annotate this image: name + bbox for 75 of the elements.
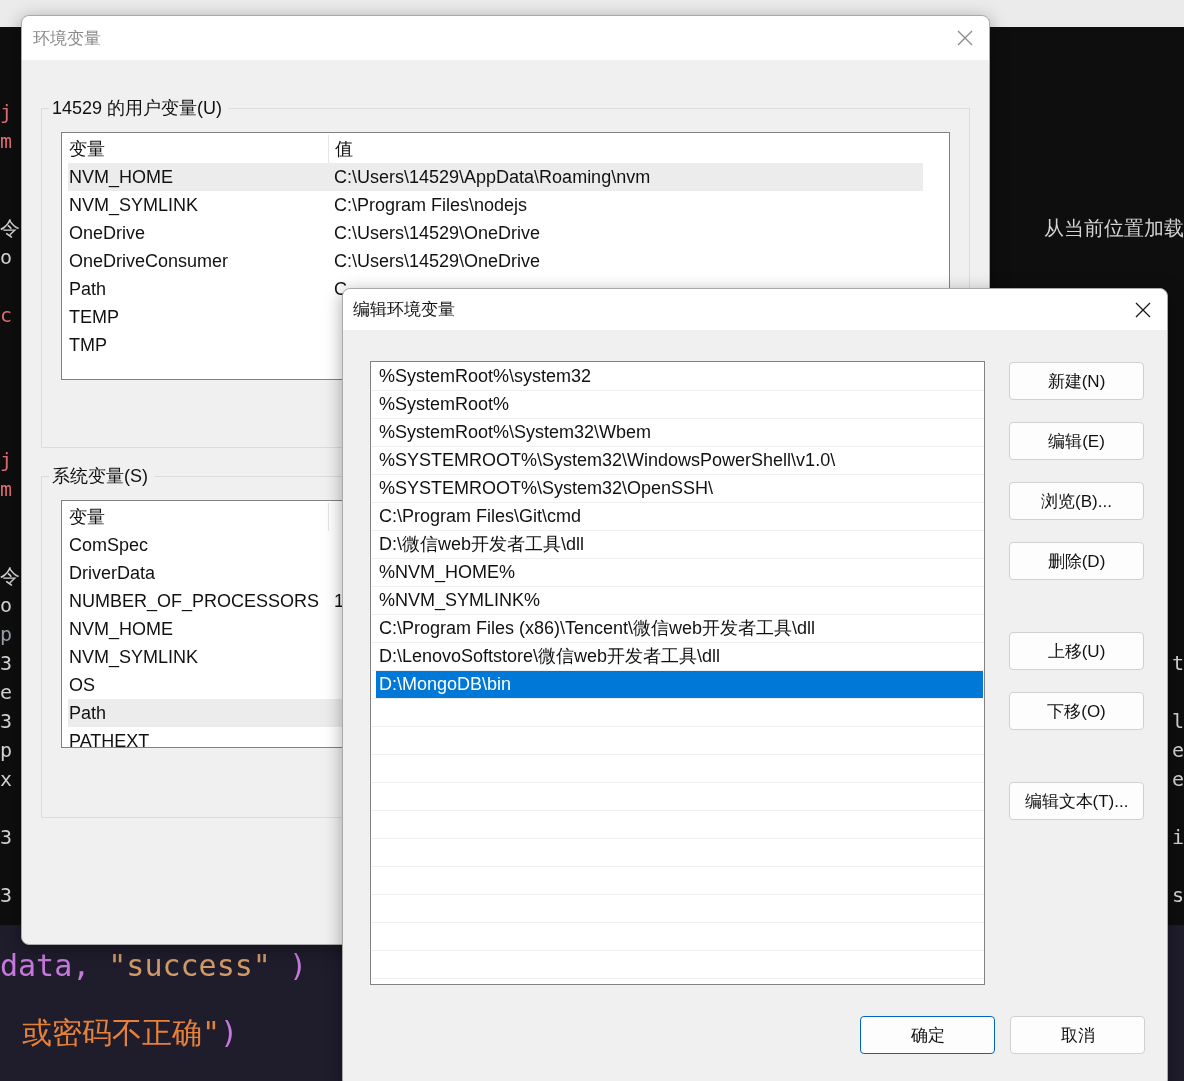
dialog-button[interactable]: 上移(U) [1009, 632, 1144, 670]
code-fragment: 3 [0, 882, 13, 909]
code-fragment: 3 [0, 650, 13, 677]
group-title: 系统变量(S) [51, 465, 149, 488]
path-entry[interactable]: %SystemRoot%\System32\Wbem [376, 419, 983, 446]
code-fragment: s [1171, 882, 1184, 909]
variable-value: C:\Users\14529\OneDrive [333, 222, 541, 245]
variable-name: Path [68, 702, 108, 725]
path-entry[interactable]: D:\微信web开发者工具\dll [376, 531, 983, 558]
code-fragment: e [0, 679, 13, 706]
code-token: data, [0, 947, 91, 985]
code-fragment: e [1171, 737, 1184, 764]
variable-name: OneDriveConsumer [68, 250, 230, 273]
code-fragment: p [0, 621, 13, 648]
code-fragment: e [1171, 766, 1184, 793]
variable-name: NVM_SYMLINK [68, 194, 200, 218]
code-fragment: j [0, 99, 13, 126]
window-title: 编辑环境变量 [353, 299, 455, 321]
path-entry[interactable]: %SYSTEMROOT%\System32\WindowsPowerShell\v1.0\ [376, 447, 983, 474]
code-fragment: l [1171, 708, 1184, 735]
group-title: 14529 的用户变量(U) [51, 97, 224, 120]
code-fragment: 3 [0, 708, 13, 735]
variable-value: C:\Program Files\nodejs [333, 194, 528, 217]
code-fragment: m [0, 476, 13, 503]
code-fragment: o [0, 592, 13, 619]
code-token: ) [220, 1014, 239, 1052]
path-entry[interactable]: C:\Program Files\Git\cmd [376, 503, 983, 530]
variable-row[interactable]: NVM_SYMLINK C:\Program Files\nodejs [68, 191, 923, 219]
window-title: 环境变量 [33, 27, 101, 50]
variable-row[interactable]: NVM_HOME C:\Users\14529\AppData\Roaming\nvm [68, 163, 923, 191]
dialog-button[interactable]: 编辑文本(T)... [1009, 782, 1144, 820]
variable-row[interactable]: OneDrive C:\Users\14529\OneDrive [68, 219, 923, 247]
path-entry[interactable]: %SYSTEMROOT%\System32\OpenSSH\ [376, 475, 983, 502]
code-fragment: 令 [0, 215, 20, 242]
variable-value: C:\Users\14529\AppData\Roaming\nvm [333, 166, 651, 189]
code-fragment: p [0, 737, 13, 764]
code-token: 或密码不正确" [22, 1014, 221, 1052]
code-fragment: 令 [0, 563, 20, 590]
code-fragment: m [0, 128, 13, 155]
code-token: ) [288, 947, 307, 985]
path-entry[interactable]: %NVM_HOME% [376, 559, 983, 586]
dialog-button[interactable]: 取消 [1010, 1016, 1145, 1054]
code-fragment: o [0, 244, 13, 271]
code-fragment: 3 [0, 824, 13, 851]
code-fragment: c [0, 302, 13, 329]
code-fragment: i [1171, 824, 1184, 851]
dialog-button[interactable]: 浏览(B)... [1009, 482, 1144, 520]
dialog-button[interactable]: 新建(N) [1009, 362, 1144, 400]
code-fragment: x [0, 766, 13, 793]
variable-name: OneDrive [68, 222, 147, 245]
column-header[interactable]: 变量 [68, 503, 329, 531]
dialog-button[interactable]: 编辑(E) [1009, 422, 1144, 460]
variable-name: Path [68, 278, 108, 301]
variable-value: 1 [333, 590, 344, 613]
dialog-button[interactable]: 确定 [860, 1016, 995, 1054]
path-entry[interactable]: %NVM_SYMLINK% [376, 587, 983, 614]
path-entry[interactable]: D:\MongoDB\bin [376, 671, 983, 698]
path-entry[interactable]: D:\LenovoSoftstore\微信web开发者工具\dll [376, 643, 983, 670]
variable-name: NVM_HOME [68, 166, 174, 190]
close-icon[interactable] [1135, 301, 1151, 318]
path-entry[interactable]: %SystemRoot% [376, 391, 983, 418]
dialog-button[interactable]: 删除(D) [1009, 542, 1144, 580]
path-entry[interactable]: C:\Program Files (x86)\Tencent\微信web开发者工具\dll [376, 615, 983, 642]
path-entry[interactable]: %SystemRoot%\system32 [376, 363, 983, 390]
code-fragment: j [0, 447, 13, 474]
variable-value: C:\Users\14529\OneDrive [333, 250, 541, 273]
variable-row[interactable]: OneDriveConsumer C:\Users\14529\OneDrive [68, 247, 923, 275]
code-token: "success" [108, 947, 271, 985]
column-header[interactable]: 值 [329, 135, 353, 163]
variable-name: NUMBER_OF_PROCESSORS [68, 590, 321, 614]
code-fragment: 从当前位置加载 [1044, 215, 1184, 242]
dialog-button[interactable]: 下移(O) [1009, 692, 1144, 730]
code-fragment: t [1171, 650, 1184, 677]
variable-name: PATHEXT [68, 730, 151, 747]
variable-name: TMP [68, 334, 108, 357]
